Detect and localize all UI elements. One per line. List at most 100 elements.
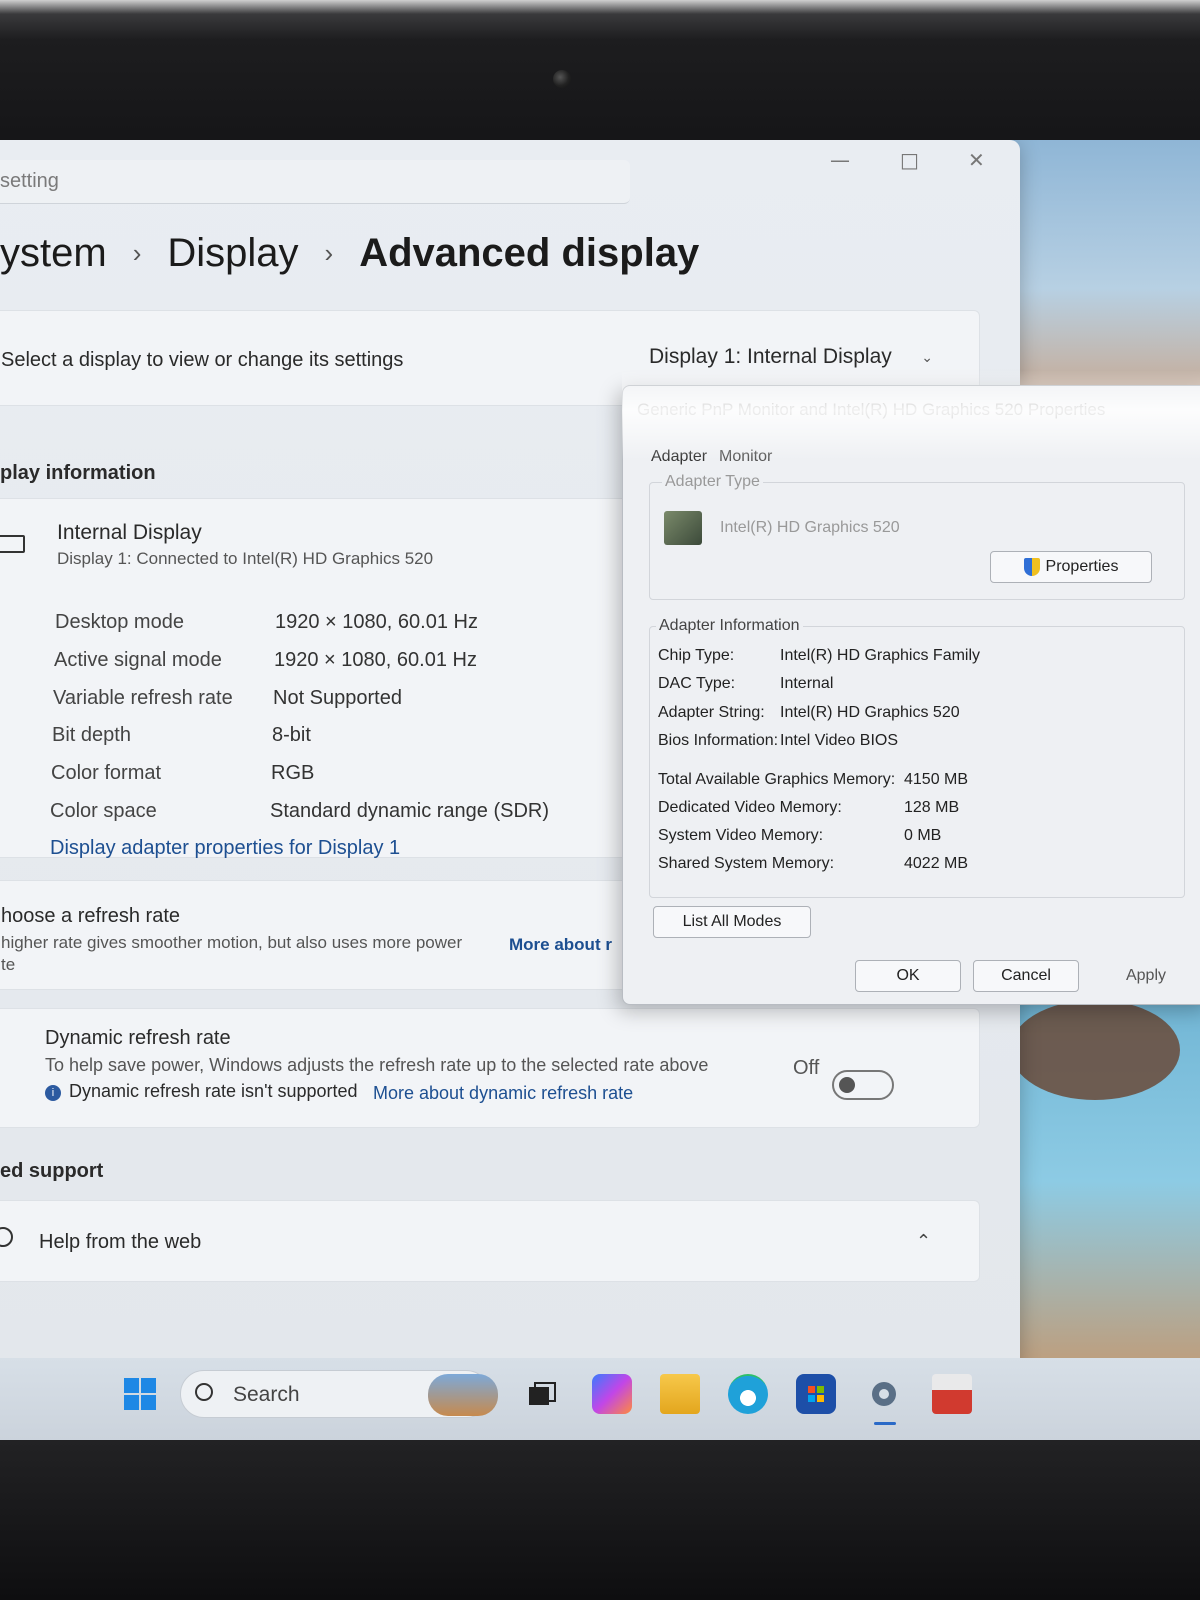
taskbar-search-label: Search	[233, 1383, 300, 1406]
display-name: Internal Display	[57, 521, 202, 544]
refresh-rate-desc: higher rate gives smoother motion, but a…	[1, 933, 463, 952]
info-value: 1920 × 1080, 60.01 Hz	[274, 649, 477, 671]
tab-monitor[interactable]: Monitor	[719, 448, 772, 466]
memory-value: 0 MB	[904, 827, 942, 844]
info-label: Color format	[51, 762, 162, 784]
minimize-icon[interactable]: —	[830, 148, 850, 172]
info-value: Internal	[780, 675, 834, 692]
edge-icon[interactable]	[728, 1374, 768, 1414]
maximize-icon[interactable]: □	[900, 148, 919, 172]
memory-value: 4150 MB	[904, 771, 969, 788]
store-icon[interactable]	[796, 1374, 836, 1414]
copilot-icon[interactable]	[592, 1374, 632, 1414]
adapter-properties-dialog: Generic PnP Monitor and Intel(R) HD Grap…	[622, 385, 1200, 1005]
list-all-modes-button[interactable]: List All Modes	[653, 906, 811, 938]
adapter-type-value: Intel(R) HD Graphics 520	[720, 519, 900, 536]
memory-value: 4022 MB	[904, 855, 969, 872]
info-label: Bit depth	[52, 724, 131, 746]
graphics-card-icon	[664, 511, 702, 545]
memory-label: Dedicated Video Memory:	[658, 799, 842, 816]
info-label: DAC Type:	[658, 675, 736, 692]
webcam	[553, 70, 571, 88]
monitor-icon	[0, 535, 25, 553]
adapter-info-heading: Adapter Information	[656, 617, 803, 635]
dynamic-refresh-desc: To help save power, Windows adjusts the …	[45, 1055, 709, 1075]
info-value: Not Supported	[273, 687, 402, 709]
info-value: 8-bit	[272, 724, 311, 746]
adapter-properties-link[interactable]: Display adapter properties for Display 1	[50, 837, 400, 860]
properties-button[interactable]: Properties	[990, 551, 1152, 583]
toolbox-icon[interactable]	[932, 1374, 972, 1414]
info-value: 1920 × 1080, 60.01 Hz	[275, 611, 478, 633]
globe-icon	[0, 1227, 13, 1247]
page-title: Advanced display	[359, 230, 700, 275]
wallpaper-rock	[1010, 1000, 1180, 1100]
adapter-info-group: Adapter Information Chip Type: Intel(R) …	[649, 617, 1185, 898]
memory-value: 128 MB	[904, 799, 960, 816]
close-icon[interactable]: ✕	[968, 148, 985, 172]
refresh-more-link[interactable]: More about r	[509, 935, 612, 955]
refresh-rate-desc-2: te	[1, 955, 16, 974]
memory-label: Total Available Graphics Memory:	[658, 771, 896, 788]
active-app-indicator	[874, 1422, 896, 1425]
support-heading: ed support	[0, 1160, 104, 1182]
help-from-web: Help from the web	[39, 1231, 202, 1253]
info-label: Variable refresh rate	[53, 687, 233, 709]
info-label: Color space	[50, 800, 157, 822]
dynamic-refresh-note: Dynamic refresh rate isn't supported	[69, 1081, 358, 1101]
toggle-state-label: Off	[793, 1057, 820, 1079]
breadcrumb-display[interactable]: Display	[167, 231, 298, 276]
info-value: RGB	[271, 762, 315, 784]
info-label: Active signal mode	[54, 649, 222, 671]
task-view-icon[interactable]	[522, 1374, 562, 1414]
dialog-title: Generic PnP Monitor and Intel(R) HD Grap…	[637, 400, 1106, 419]
memory-label: System Video Memory:	[658, 827, 824, 844]
ok-button[interactable]: OK	[855, 960, 961, 992]
info-label: Desktop mode	[55, 611, 184, 633]
info-label: Adapter String:	[658, 704, 765, 721]
memory-label: Shared System Memory:	[658, 855, 835, 872]
breadcrumb: ystem › Display › Advanced display	[0, 228, 699, 278]
taskbar: Search	[0, 1358, 1200, 1440]
dynamic-refresh-card: Dynamic refresh rate To help save power,…	[0, 1008, 980, 1128]
refresh-rate-title: hoose a refresh rate	[1, 905, 180, 927]
info-label: Bios Information:	[658, 732, 779, 749]
chevron-up-icon[interactable]: ⌃	[916, 1231, 931, 1252]
laptop-bezel-bottom	[0, 1440, 1200, 1600]
info-label: Chip Type:	[658, 647, 735, 664]
dynamic-refresh-toggle[interactable]	[832, 1070, 894, 1100]
toggle-knob	[839, 1077, 855, 1093]
properties-button-label: Properties	[1045, 558, 1119, 575]
cancel-button[interactable]: Cancel	[973, 960, 1079, 992]
search-text: setting	[0, 170, 59, 192]
display-select[interactable]: Display 1: Internal Display ⌄	[631, 335, 951, 379]
display-info-heading: play information	[0, 462, 156, 484]
chevron-right-icon: ›	[324, 237, 334, 268]
info-icon: i	[45, 1085, 61, 1101]
tab-adapter[interactable]: Adapter	[651, 448, 707, 466]
widgets-icon[interactable]	[428, 1374, 498, 1416]
help-web-card[interactable]: Help from the web ⌃	[0, 1200, 980, 1282]
file-explorer-icon[interactable]	[660, 1374, 700, 1414]
search-icon	[195, 1383, 213, 1401]
dynamic-refresh-title: Dynamic refresh rate	[45, 1027, 231, 1049]
settings-icon[interactable]	[864, 1374, 904, 1414]
start-icon[interactable]	[120, 1374, 160, 1414]
info-value: Intel Video BIOS	[780, 732, 898, 749]
settings-search-input[interactable]: setting	[0, 160, 630, 204]
adapter-type-group: Adapter Type Intel(R) HD Graphics 520 Pr…	[649, 473, 1185, 600]
display-subtitle: Display 1: Connected to Intel(R) HD Grap…	[57, 549, 434, 568]
display-select-value: Display 1: Internal Display	[649, 345, 892, 368]
breadcrumb-system[interactable]: ystem	[0, 231, 107, 276]
apply-button[interactable]: Apply	[1093, 960, 1199, 992]
info-value: Intel(R) HD Graphics 520	[780, 704, 960, 721]
shield-icon	[1023, 558, 1040, 576]
info-value: Standard dynamic range (SDR)	[270, 800, 550, 822]
info-value: Intel(R) HD Graphics Family	[780, 647, 981, 664]
chevron-down-icon: ⌄	[921, 348, 933, 365]
screen: — □ ✕ setting ystem › Display › Advanced…	[0, 140, 1200, 1440]
chevron-right-icon: ›	[132, 237, 142, 268]
adapter-type-heading: Adapter Type	[662, 473, 763, 491]
laptop-bezel-top	[0, 0, 1200, 150]
dynamic-refresh-more-link[interactable]: More about dynamic refresh rate	[373, 1083, 633, 1104]
